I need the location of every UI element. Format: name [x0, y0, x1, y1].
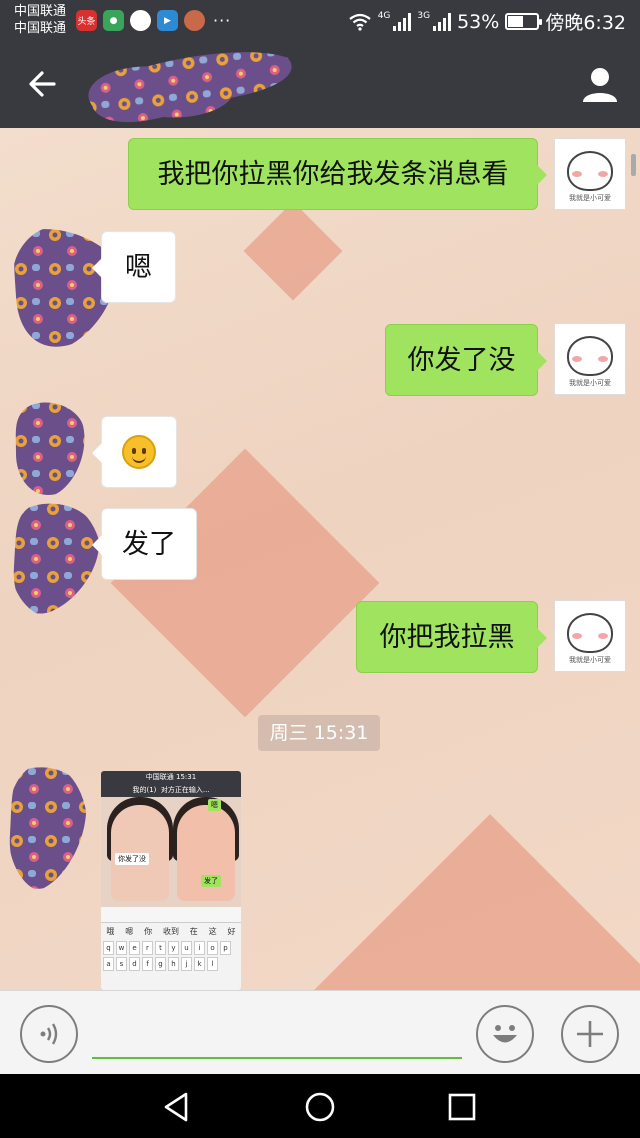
smile-emoji-icon [122, 434, 156, 469]
image-key: l [207, 957, 218, 971]
voice-button[interactable] [20, 1005, 78, 1063]
image-key: f [142, 957, 153, 971]
triangle-back-icon[interactable] [160, 1090, 194, 1124]
image-input-field [101, 907, 241, 923]
status-indicators: 4G 3G 53% 傍晚6:32 [348, 8, 626, 35]
background-heart [243, 201, 343, 301]
avatar-face [567, 336, 613, 376]
image-key: q [103, 941, 114, 955]
scrollbar[interactable] [631, 154, 636, 176]
image-chat-area: 嗯 你发了没 发了 [101, 797, 241, 907]
more-notifications: ··· [213, 11, 232, 30]
chat-header [0, 42, 640, 128]
voice-icon [40, 1023, 58, 1045]
image-key: r [142, 941, 153, 955]
image-ime-candidate: 这 [208, 926, 217, 936]
battery-level [508, 16, 524, 27]
image-key: a [103, 957, 114, 971]
plus-icon [577, 1021, 603, 1047]
image-key: j [181, 957, 192, 971]
image-key: i [194, 941, 205, 955]
image-key: g [155, 957, 166, 971]
image-key: e [129, 941, 140, 955]
image-key: s [116, 957, 127, 971]
image-ime-candidate: 嗯 [125, 926, 134, 936]
message-timestamp: 周三 15:31 [258, 715, 380, 751]
image-ime-candidate: 好 [227, 926, 236, 936]
image-ime-candidate: 你 [144, 926, 153, 936]
status-bar: 中国联通 中国联通 头条 ● ▶ ··· 4G 3G 53% 傍晚6:32 [0, 0, 640, 42]
message-bubble-incoming[interactable]: 发了 [92, 508, 197, 580]
my-avatar[interactable]: 我就是小可爱 [554, 600, 626, 672]
add-button[interactable] [561, 1005, 619, 1063]
avatar-app-icon [184, 10, 205, 31]
emoji-icon [493, 1025, 517, 1043]
my-avatar[interactable]: 我就是小可爱 [554, 323, 626, 395]
background-heart [110, 448, 380, 718]
chat-area[interactable]: 我把你拉黑你给我发条消息看 我就是小可爱 嗯 你发了没 我就是小可爱 发了 你把… [0, 128, 640, 990]
contact-avatar-redacted[interactable] [10, 500, 102, 618]
image-keyboard: qwertyuiop asdfghjkl [101, 939, 241, 973]
image-titlebar: 中国联通 15:31 我的(1) 对方正在输入... [101, 771, 241, 797]
image-ime-candidate: 收到 [162, 926, 179, 936]
message-icon [130, 10, 151, 31]
wifi-icon [349, 13, 371, 31]
contact-name-redacted [88, 52, 292, 123]
image-key: p [220, 941, 231, 955]
image-ime-candidate: 在 [189, 926, 198, 936]
circle-home-icon[interactable] [303, 1090, 337, 1124]
image-message[interactable]: 中国联通 15:31 我的(1) 对方正在输入... 嗯 你发了没 发了 哦嗯你… [101, 771, 241, 990]
signal-icon-2 [433, 12, 452, 31]
image-key: h [168, 957, 179, 971]
message-bubble-incoming[interactable]: 嗯 [92, 231, 176, 303]
clock: 傍晚6:32 [545, 12, 626, 34]
image-key: t [155, 941, 166, 955]
background-heart [306, 814, 640, 990]
emoji-button[interactable] [476, 1005, 534, 1063]
message-bubble-outgoing[interactable]: 你把我拉黑 [356, 601, 547, 673]
battery-percent: 53% [457, 10, 500, 33]
contact-avatar-redacted[interactable] [8, 764, 88, 892]
person-icon[interactable] [580, 64, 620, 104]
notification-icons: 头条 ● ▶ ··· [76, 10, 231, 31]
contact-avatar-redacted[interactable] [12, 398, 88, 498]
message-input[interactable] [92, 1057, 462, 1059]
video-icon: ▶ [157, 10, 178, 31]
image-bubble: 你发了没 [115, 853, 149, 865]
carrier-1: 中国联通 [14, 4, 67, 19]
image-bubble: 嗯 [208, 799, 221, 811]
signal-icon-1 [393, 12, 412, 31]
image-key: u [181, 941, 192, 955]
system-nav-bar [0, 1074, 640, 1138]
input-bar [0, 990, 640, 1074]
battery-icon [505, 13, 543, 30]
square-recent-icon[interactable] [445, 1090, 479, 1124]
image-key: y [168, 941, 179, 955]
carrier-labels: 中国联通 中国联通 [14, 3, 66, 37]
message-bubble-outgoing[interactable]: 你发了没 [385, 324, 547, 396]
message-bubble-incoming[interactable] [92, 416, 177, 488]
image-ime-candidate: 哦 [106, 926, 115, 936]
message-bubble-outgoing[interactable]: 我把你拉黑你给我发条消息看 [128, 138, 547, 210]
toutiao-icon: 头条 [76, 10, 97, 31]
my-avatar[interactable]: 我就是小可爱 [554, 138, 626, 210]
avatar-face [567, 151, 613, 191]
arrow-left-icon[interactable] [24, 64, 64, 104]
image-key: k [194, 957, 205, 971]
image-ime-candidates: 哦嗯你收到在这好 [101, 923, 241, 939]
avatar-face [567, 613, 613, 653]
image-key: o [207, 941, 218, 955]
carrier-2: 中国联通 [14, 21, 67, 36]
network-type-1: 4G [377, 10, 391, 21]
image-bubble: 发了 [201, 875, 221, 887]
wechat-games-icon: ● [103, 10, 124, 31]
network-type-2: 3G [417, 10, 431, 21]
image-key: d [129, 957, 140, 971]
image-key: w [116, 941, 127, 955]
